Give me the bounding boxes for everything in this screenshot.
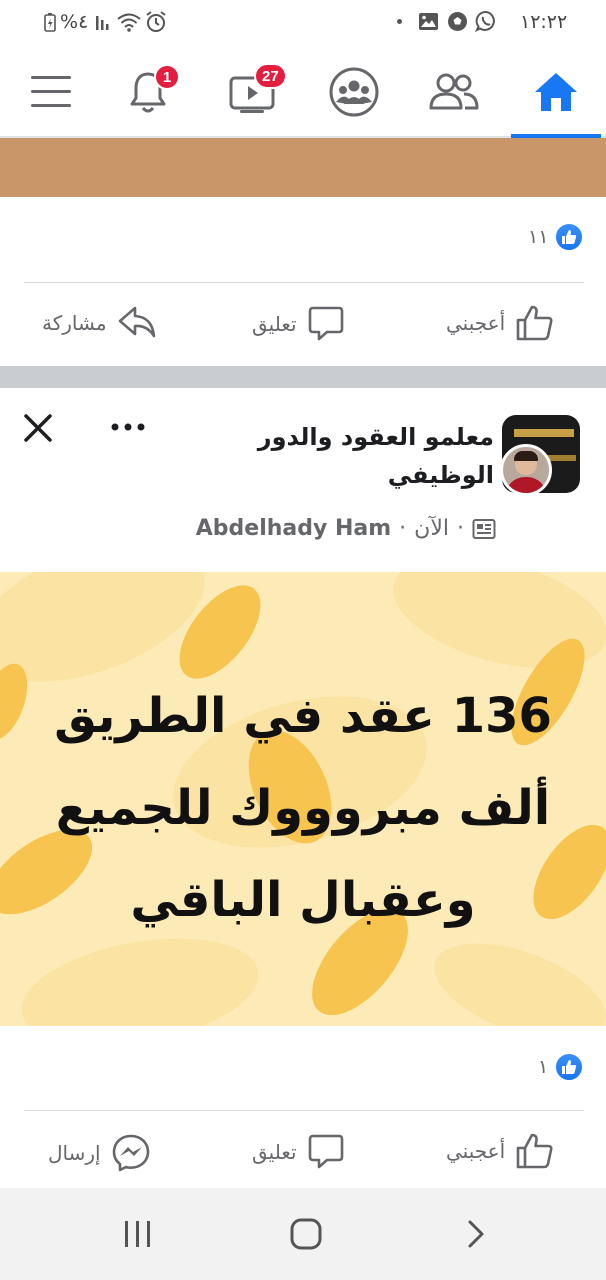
wifi-icon: [117, 13, 141, 32]
groups-button[interactable]: [324, 62, 384, 122]
friends-button[interactable]: [424, 62, 484, 122]
whatsapp-icon: [475, 11, 495, 32]
post1-reactions[interactable]: ١١: [528, 222, 585, 252]
divider: [24, 282, 584, 283]
comment-label: تعليق: [252, 1140, 297, 1164]
post-meta: Abdelhady Ham · الآن ·: [196, 516, 496, 541]
post2-comment-button[interactable]: تعليق: [252, 1133, 345, 1171]
like-reaction-icon: [554, 1052, 585, 1082]
comment-icon: [308, 306, 343, 341]
send-label: إرسال: [48, 1141, 101, 1165]
watch-button[interactable]: 27: [222, 62, 287, 122]
system-home-icon[interactable]: [289, 1217, 323, 1251]
avatar-shirt: [505, 477, 547, 493]
top-nav: 1 27: [0, 44, 606, 138]
user-avatar[interactable]: [500, 444, 552, 496]
status-bar: %٤ ١٢:٢٢: [0, 0, 606, 44]
post2-reactions[interactable]: ١: [538, 1052, 585, 1082]
meta-separator: ·: [399, 516, 407, 541]
menu-button[interactable]: [21, 62, 81, 122]
signal-icon: [96, 16, 109, 30]
notifications-button[interactable]: 1: [118, 62, 180, 122]
post-image-text: 136 عقد في الطريق ألف مبروووك للجميع وعق…: [0, 670, 606, 946]
avatar-hair: [514, 451, 538, 461]
soccer-icon: [448, 12, 467, 31]
groups-icon: [329, 67, 379, 117]
thumbs-up-icon: [516, 1133, 553, 1169]
battery-percent: %٤: [60, 11, 89, 33]
author-name[interactable]: Abdelhady Ham: [196, 516, 391, 541]
divider: [24, 1110, 584, 1111]
clock: ١٢:٢٢: [520, 11, 568, 33]
gallery-icon: [419, 13, 438, 30]
thumbs-up-icon: [516, 305, 553, 341]
back-icon[interactable]: [464, 1218, 488, 1250]
post1-share-button[interactable]: مشاركة: [42, 305, 157, 341]
post1-reaction-count: ١١: [528, 226, 549, 248]
system-nav-bar: [0, 1188, 606, 1280]
post-time[interactable]: الآن: [414, 516, 449, 541]
post: معلمو العقود والدور الوظيفي Abdelhady Ha…: [0, 388, 606, 1188]
share-icon: [118, 306, 155, 338]
image-text-line-1: 136 عقد في الطريق: [54, 688, 552, 744]
previous-post-image: [0, 138, 606, 197]
home-button[interactable]: [526, 62, 586, 122]
meta-separator-2: ·: [457, 516, 464, 541]
more-options-icon[interactable]: [110, 422, 146, 432]
image-text-line-3: وعقبال الباقي: [130, 872, 476, 928]
notification-dot: [397, 19, 402, 24]
battery-icon: [44, 13, 56, 32]
alarm-icon: [146, 11, 166, 32]
post1-like-button[interactable]: أعجبني: [446, 304, 555, 342]
close-icon[interactable]: [22, 412, 54, 444]
share-label: مشاركة: [42, 311, 107, 335]
like-label: أعجبني: [446, 1139, 506, 1163]
feed-separator: [0, 366, 606, 388]
image-text-line-2: ألف مبروووك للجميع: [55, 780, 551, 836]
comment-icon: [308, 1134, 343, 1169]
like-reaction-icon: [554, 222, 585, 252]
recent-apps-icon[interactable]: [122, 1218, 154, 1250]
post1-comment-button[interactable]: تعليق: [252, 305, 345, 343]
post-image[interactable]: 136 عقد في الطريق ألف مبروووك للجميع وعق…: [0, 572, 606, 1026]
friends-icon: [429, 73, 479, 110]
post2-send-button[interactable]: إرسال: [48, 1133, 151, 1173]
like-label: أعجبني: [446, 311, 506, 335]
video-badge: 27: [254, 63, 287, 89]
hamburger-icon: [31, 76, 71, 107]
post2-like-button[interactable]: أعجبني: [446, 1132, 555, 1170]
notifications-badge: 1: [154, 64, 180, 90]
comment-label: تعليق: [252, 312, 297, 336]
page-avatar-banner: [514, 429, 574, 437]
post2-reaction-count: ١: [538, 1056, 549, 1078]
page-name[interactable]: معلمو العقود والدور الوظيفي: [194, 418, 494, 494]
page-post-icon: [472, 518, 496, 539]
home-icon: [535, 73, 577, 111]
messenger-icon: [112, 1134, 149, 1172]
